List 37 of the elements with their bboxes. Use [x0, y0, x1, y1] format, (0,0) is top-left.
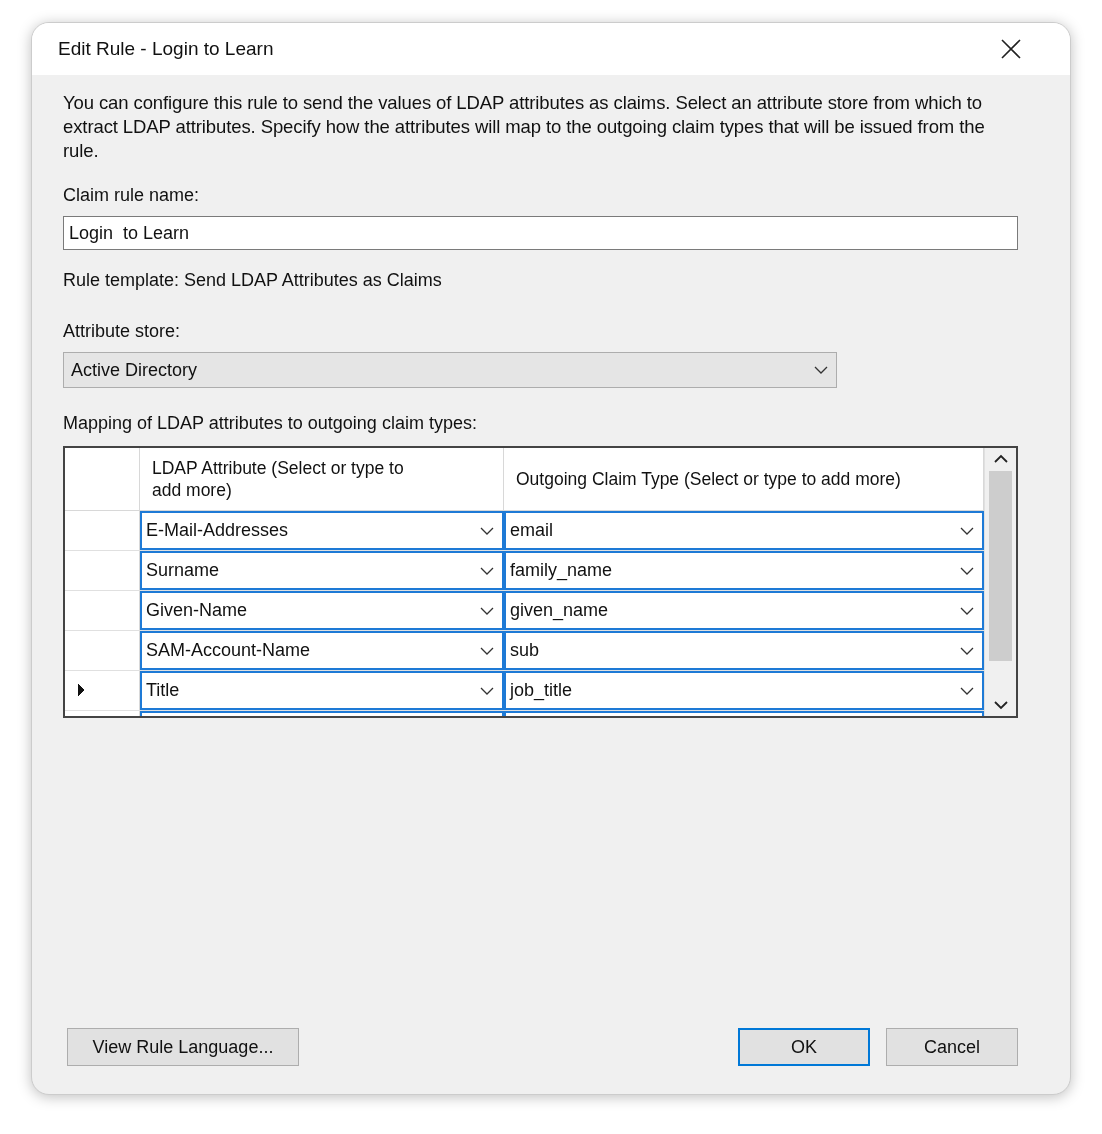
- chevron-down-icon: [480, 646, 494, 655]
- chevron-down-icon: [960, 646, 974, 655]
- chevron-down-icon: [814, 366, 828, 374]
- field-label: Mapping of LDAP attributes to outgoing claim types:: [63, 413, 477, 434]
- rule-template-text: Rule template: Send LDAP Attributes as Claims: [63, 270, 442, 291]
- attribute-store-dropdown[interactable]: Active Directory: [63, 352, 837, 388]
- chevron-down-icon: [960, 566, 974, 575]
- dialog-button[interactable]: OK: [738, 1028, 870, 1066]
- scroll-down-icon[interactable]: [993, 701, 1008, 710]
- dialog-button[interactable]: Cancel: [886, 1028, 1018, 1066]
- claim-type-combo[interactable]: family_name: [504, 551, 984, 590]
- ldap-attribute-combo[interactable]: E-Mail-Addresses: [140, 511, 504, 550]
- window-title: Edit Rule - Login to Learn: [58, 38, 274, 60]
- chevron-down-icon: [960, 606, 974, 615]
- ldap-attribute-combo[interactable]: Given-Name: [140, 591, 504, 630]
- chevron-down-icon: [960, 686, 974, 695]
- chevron-down-icon: [480, 606, 494, 615]
- chevron-down-icon: [480, 526, 494, 535]
- column-header[interactable]: LDAP Attribute (Select or type to add more): [140, 448, 504, 510]
- scrollbar-thumb[interactable]: [989, 471, 1012, 661]
- chevron-down-icon: [480, 566, 494, 575]
- scroll-up-icon[interactable]: [993, 454, 1008, 463]
- field-label: Attribute store:: [63, 321, 181, 342]
- close-icon[interactable]: [1000, 38, 1022, 60]
- ldap-attribute-combo[interactable]: SAM-Account-Name: [140, 631, 504, 670]
- ldap-attribute-combo[interactable]: Surname: [140, 551, 504, 590]
- description-text: You can configure this rule to send the values of LDAP attributes as claims. Select an attribute store from which to extract LDAP attributes. Specify how the attributes will map to the outgoing claim types that will be issued from the rule.: [63, 91, 986, 163]
- field-label: Claim rule name:: [63, 185, 200, 206]
- claim-type-combo[interactable]: sub: [504, 631, 984, 670]
- claim-type-combo[interactable]: given_name: [504, 591, 984, 630]
- chevron-down-icon: [960, 526, 974, 535]
- ldap-attribute-combo[interactable]: Title: [140, 671, 504, 710]
- claim-type-combo[interactable]: email: [504, 511, 984, 550]
- claim-type-combo[interactable]: job_title: [504, 671, 984, 710]
- claim-rule-name-field[interactable]: Login to Learn: [63, 216, 1018, 250]
- chevron-down-icon: [480, 686, 494, 695]
- dialog-button[interactable]: View Rule Language...: [67, 1028, 299, 1066]
